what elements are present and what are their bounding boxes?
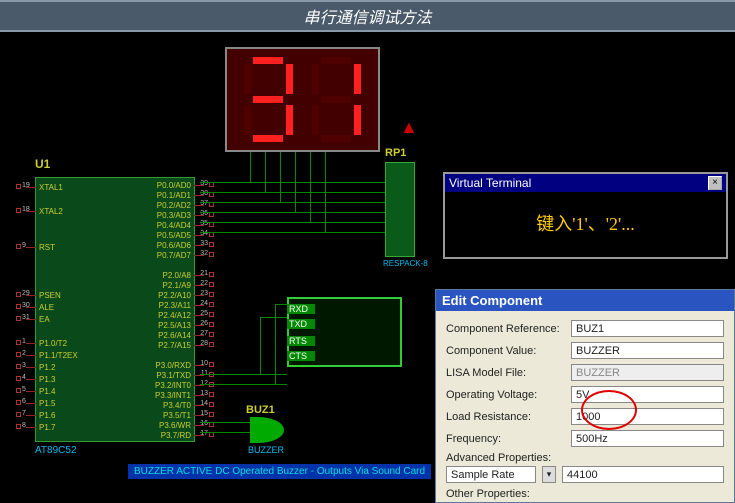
pin-label: P0.2/AD2: [157, 201, 191, 210]
ec-lisa-label: LISA Model File:: [446, 367, 571, 379]
pin-label: P2.2/A10: [158, 291, 191, 300]
pin-label: P0.7/AD7: [157, 251, 191, 260]
txd-label: TXD: [287, 319, 315, 329]
seven-segment-display[interactable]: [225, 47, 380, 152]
pin-label: P3.1/TXD: [156, 371, 191, 380]
ec-ov-label: Operating Voltage:: [446, 389, 571, 401]
cts-label: CTS: [287, 351, 315, 361]
status-bar: BUZZER ACTIVE DC Operated Buzzer - Outpu…: [128, 464, 431, 479]
pin-label: P0.3/AD3: [157, 211, 191, 220]
rp1-name: RESPACK-8: [383, 259, 428, 268]
pin-label: P1.2: [39, 363, 55, 372]
pin-label: P2.3/A11: [159, 301, 191, 310]
chip-reference: U1: [35, 157, 50, 171]
pin-label: P0.1/AD1: [157, 191, 191, 200]
ec-lr-label: Load Resistance:: [446, 411, 571, 423]
pin-label: P0.4/AD4: [157, 221, 191, 230]
power-arrow-icon: ▲: [400, 117, 418, 138]
pin-label: XTAL1: [39, 183, 63, 192]
vt-output: 键入'1'、'2'...: [445, 192, 726, 257]
page-title: 串行通信调试方法: [0, 0, 735, 32]
pin-label: P3.0/RXD: [155, 361, 191, 370]
pin-label: P2.0/A8: [163, 271, 191, 280]
pin-label: P3.4/T0: [163, 401, 191, 410]
pin-label: P1.1/T2EX: [39, 351, 78, 360]
pin-label: ALE: [39, 303, 54, 312]
ec-ref-input[interactable]: BUZ1: [571, 320, 724, 337]
close-icon[interactable]: ×: [708, 176, 722, 190]
ec-sample-rate-dropdown[interactable]: Sample Rate: [446, 466, 536, 483]
ec-ov-input[interactable]: 5V: [571, 386, 724, 403]
ec-other-label: Other Properties:: [446, 488, 530, 500]
pin-label: P1.0/T2: [39, 339, 67, 348]
buzzer-name: BUZZER: [248, 445, 284, 455]
rxd-label: RXD: [287, 304, 315, 314]
pin-label: P2.5/A13: [158, 321, 191, 330]
pin-label: P1.5: [39, 399, 55, 408]
pin-label: P3.6/WR: [159, 421, 191, 430]
ec-value-label: Component Value:: [446, 345, 571, 357]
vt-title-text: Virtual Terminal: [449, 176, 531, 190]
pin-label: P1.7: [39, 423, 55, 432]
pin-label: P2.1/A9: [163, 281, 191, 290]
ec-lisa-input[interactable]: BUZZER: [571, 364, 724, 381]
serial-terminal-block[interactable]: RXD TXD RTS CTS: [287, 297, 402, 367]
pin-label: P0.6/AD6: [157, 241, 191, 250]
rp1-reference: RP1: [385, 147, 406, 159]
ec-titlebar[interactable]: Edit Component: [436, 290, 734, 311]
ec-adv-label: Advanced Properties:: [446, 452, 551, 464]
ec-lr-input[interactable]: 1000: [571, 408, 724, 425]
schematic-canvas[interactable]: ▲ U1 XTAL119XTAL218RST9PSEN29ALE30EA31P1…: [0, 32, 735, 502]
ec-value-input[interactable]: BUZZER: [571, 342, 724, 359]
pin-label: P3.7/RD: [161, 431, 191, 440]
digit-1: [241, 57, 296, 142]
chip-name: AT89C52: [35, 445, 77, 456]
edit-component-window[interactable]: Edit Component Component Reference: BUZ1…: [435, 289, 735, 503]
digit-2: [309, 57, 364, 142]
pin-label: P0.0/AD0: [157, 181, 191, 190]
pin-label: P3.5/T1: [163, 411, 191, 420]
pin-label: P2.6/A14: [158, 331, 191, 340]
pin-label: EA: [39, 315, 50, 324]
ec-ref-label: Component Reference:: [446, 323, 571, 335]
pin-label: XTAL2: [39, 207, 63, 216]
buzzer-component[interactable]: [250, 417, 284, 443]
pin-label: PSEN: [39, 291, 61, 300]
ec-sample-rate-input[interactable]: 44100: [562, 466, 724, 483]
mcu-chip[interactable]: XTAL119XTAL218RST9PSEN29ALE30EA31P1.0/T2…: [35, 177, 195, 442]
buzzer-reference: BUZ1: [246, 404, 275, 416]
ec-freq-label: Frequency:: [446, 433, 571, 445]
pin-label: RST: [39, 243, 55, 252]
ec-freq-input[interactable]: 500Hz: [571, 430, 724, 447]
pin-label: P1.3: [39, 375, 55, 384]
pin-label: P1.6: [39, 411, 55, 420]
pin-label: P3.3/INT1: [155, 391, 191, 400]
pin-label: P2.4/A12: [158, 311, 191, 320]
vt-titlebar[interactable]: Virtual Terminal ×: [445, 174, 726, 192]
pin-label: P3.2/INT0: [155, 381, 191, 390]
virtual-terminal-window[interactable]: Virtual Terminal × 键入'1'、'2'...: [443, 172, 728, 259]
pin-label: P0.5/AD5: [157, 231, 191, 240]
rts-label: RTS: [287, 336, 315, 346]
pin-label: P1.4: [39, 387, 55, 396]
resistor-pack[interactable]: [385, 162, 415, 257]
chevron-down-icon[interactable]: ▾: [542, 466, 556, 483]
pin-label: P2.7/A15: [158, 341, 191, 350]
